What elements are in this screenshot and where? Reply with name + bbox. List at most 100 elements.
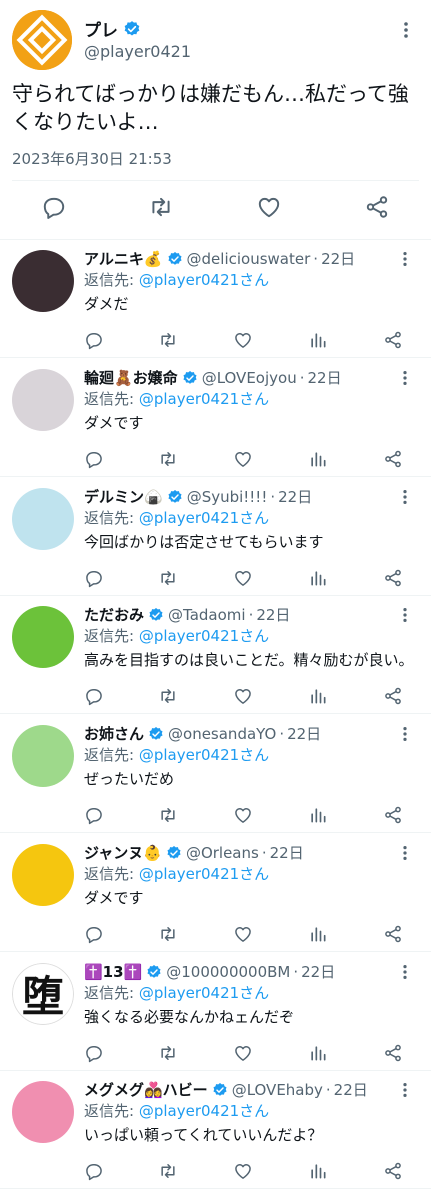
share-button[interactable] <box>383 805 403 825</box>
like-button[interactable] <box>256 194 282 220</box>
more-options-button[interactable] <box>396 725 414 743</box>
more-options-button[interactable] <box>396 963 414 981</box>
replying-to-mention[interactable]: @player0421さん <box>139 509 269 527</box>
like-button[interactable] <box>233 924 253 944</box>
retweet-button[interactable] <box>158 1043 178 1063</box>
views-button[interactable] <box>308 924 328 944</box>
like-button[interactable] <box>233 449 253 469</box>
replying-to-mention[interactable]: @player0421さん <box>139 627 269 645</box>
reply-author-handle[interactable]: @deliciouswater <box>187 248 311 270</box>
reply-author-name[interactable]: ✝️13✝️ <box>84 961 142 983</box>
reply-timestamp[interactable]: 22日 <box>321 248 355 270</box>
reply-button[interactable] <box>84 924 104 944</box>
share-button[interactable] <box>383 330 403 350</box>
views-button[interactable] <box>308 568 328 588</box>
views-button[interactable] <box>308 686 328 706</box>
reply-author-name[interactable]: ジャンヌ👶 <box>84 842 162 864</box>
replying-to-mention[interactable]: @player0421さん <box>139 390 269 408</box>
retweet-button[interactable] <box>158 330 178 350</box>
share-button[interactable] <box>383 568 403 588</box>
reply-tweet[interactable]: 堕 ✝️13✝️ @100000000BM · 22日 返信先: @player… <box>0 953 431 1071</box>
more-options-button[interactable] <box>396 1081 414 1099</box>
retweet-button[interactable] <box>158 686 178 706</box>
reply-author-name[interactable]: メグメグ👩‍❤️‍👩ハビー <box>84 1079 208 1101</box>
reply-author-handle[interactable]: @LOVEhaby <box>232 1079 323 1101</box>
author-name[interactable]: プレ <box>84 16 141 41</box>
avatar[interactable] <box>12 368 74 431</box>
share-button[interactable] <box>383 686 403 706</box>
share-button[interactable] <box>383 1161 403 1181</box>
reply-timestamp[interactable]: 22日 <box>307 367 341 389</box>
reply-tweet[interactable]: 輪廻🧸お嬢命 @LOVEojyou · 22日 返信先: @player0421… <box>0 359 431 477</box>
views-button[interactable] <box>308 805 328 825</box>
reply-timestamp[interactable]: 22日 <box>270 842 304 864</box>
share-button[interactable] <box>383 449 403 469</box>
reply-button[interactable] <box>84 1043 104 1063</box>
reply-button[interactable] <box>84 805 104 825</box>
views-button[interactable] <box>308 1161 328 1181</box>
views-button[interactable] <box>308 330 328 350</box>
more-options-button[interactable] <box>396 250 414 268</box>
retweet-button[interactable] <box>158 805 178 825</box>
reply-author-handle[interactable]: @LOVEojyou <box>202 367 297 389</box>
reply-tweet[interactable]: メグメグ👩‍❤️‍👩ハビー @LOVEhaby · 22日 返信先: @play… <box>0 1071 431 1190</box>
reply-author-handle[interactable]: @Orleans <box>186 842 259 864</box>
retweet-button[interactable] <box>158 449 178 469</box>
reply-button[interactable] <box>41 194 67 220</box>
reply-tweet[interactable]: お姉さん @onesandaYO · 22日 返信先: @player0421さ… <box>0 715 431 833</box>
share-button[interactable] <box>383 924 403 944</box>
reply-author-name[interactable]: ただおみ <box>84 604 144 626</box>
reply-author-name[interactable]: デルミン🍙 <box>84 486 163 508</box>
retweet-button[interactable] <box>148 194 174 220</box>
reply-button[interactable] <box>84 686 104 706</box>
reply-timestamp[interactable]: 22日 <box>256 604 290 626</box>
avatar[interactable] <box>12 487 74 550</box>
reply-tweet[interactable]: デルミン🍙 @Syubi!!!! · 22日 返信先: @player0421さ… <box>0 478 431 596</box>
reply-timestamp[interactable]: 22日 <box>301 961 335 983</box>
share-button[interactable] <box>383 1043 403 1063</box>
reply-button[interactable] <box>84 449 104 469</box>
avatar[interactable] <box>12 843 74 906</box>
avatar[interactable]: 堕 <box>12 962 74 1025</box>
avatar[interactable] <box>12 725 74 787</box>
reply-tweet[interactable]: ただおみ @Tadaomi · 22日 返信先: @player0421さん 高… <box>0 596 431 715</box>
reply-button[interactable] <box>84 568 104 588</box>
retweet-button[interactable] <box>158 924 178 944</box>
like-button[interactable] <box>233 568 253 588</box>
reply-author-handle[interactable]: @Syubi!!!! <box>187 486 268 508</box>
replying-to-mention[interactable]: @player0421さん <box>139 865 269 883</box>
reply-author-handle[interactable]: @onesandaYO <box>168 723 276 745</box>
more-options-button[interactable] <box>396 844 414 862</box>
like-button[interactable] <box>233 805 253 825</box>
views-button[interactable] <box>308 1043 328 1063</box>
like-button[interactable] <box>233 330 253 350</box>
reply-button[interactable] <box>84 1161 104 1181</box>
views-button[interactable] <box>308 449 328 469</box>
like-button[interactable] <box>233 1043 253 1063</box>
reply-author-name[interactable]: アルニキ💰 <box>84 248 163 270</box>
reply-timestamp[interactable]: 22日 <box>334 1079 368 1101</box>
like-button[interactable] <box>233 686 253 706</box>
reply-author-name[interactable]: お姉さん <box>84 723 144 745</box>
reply-author-handle[interactable]: @100000000BM <box>166 961 290 983</box>
reply-tweet[interactable]: ジャンヌ👶 @Orleans · 22日 返信先: @player0421さん … <box>0 834 431 952</box>
reply-author-handle[interactable]: @Tadaomi <box>168 604 246 626</box>
replying-to-mention[interactable]: @player0421さん <box>139 746 269 764</box>
reply-button[interactable] <box>84 330 104 350</box>
avatar[interactable] <box>12 250 74 312</box>
retweet-button[interactable] <box>158 1161 178 1181</box>
avatar[interactable] <box>12 1081 74 1144</box>
reply-author-name[interactable]: 輪廻🧸お嬢命 <box>84 367 178 389</box>
reply-timestamp[interactable]: 22日 <box>287 723 321 745</box>
like-button[interactable] <box>233 1161 253 1181</box>
replying-to-mention[interactable]: @player0421さん <box>139 984 269 1002</box>
reply-tweet[interactable]: アルニキ💰 @deliciouswater · 22日 返信先: @player… <box>0 240 431 358</box>
avatar[interactable] <box>12 10 72 70</box>
more-options-button[interactable] <box>396 488 414 506</box>
share-button[interactable] <box>364 194 390 220</box>
replying-to-mention[interactable]: @player0421さん <box>139 1102 269 1120</box>
more-options-button[interactable] <box>396 20 416 40</box>
author-handle[interactable]: @player0421 <box>84 42 191 61</box>
tweet-timestamp[interactable]: 2023年6月30日 21:53 <box>12 148 172 169</box>
reply-timestamp[interactable]: 22日 <box>278 486 312 508</box>
